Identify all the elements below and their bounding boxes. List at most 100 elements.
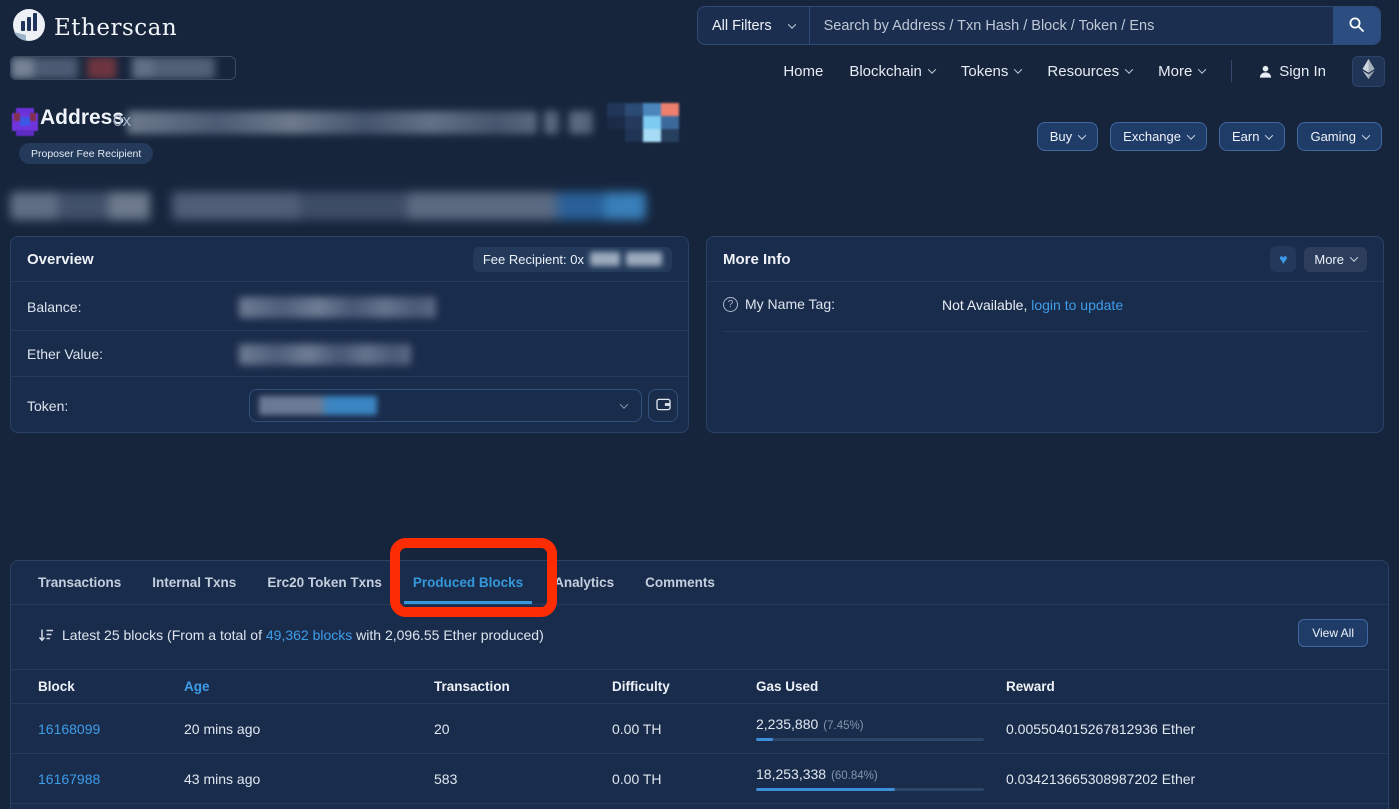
blocks-summary-row: Latest 25 blocks (From a total of 49,362… [11, 605, 1388, 669]
block-reward: 0.034213665308987202 Ether [1006, 771, 1361, 787]
chevron-down-icon [1265, 131, 1273, 139]
chevron-down-icon [1078, 131, 1086, 139]
block-transactions: 20 [434, 721, 612, 737]
more-info-title: More Info [723, 251, 791, 268]
person-icon [1258, 64, 1273, 79]
main-nav: Home Blockchain Tokens Resources More Si… [783, 55, 1385, 87]
search-input[interactable] [810, 7, 1333, 44]
chevron-down-icon [787, 20, 795, 28]
blocks-summary: Latest 25 blocks (From a total of 49,362… [38, 627, 544, 643]
gas-used-percent: (7.45%) [823, 720, 863, 732]
address-action-redacted [569, 111, 593, 134]
gas-used-progress-track [756, 788, 984, 791]
col-header-age[interactable]: Age [184, 679, 434, 694]
block-number-link[interactable]: 16167988 [38, 771, 184, 787]
gas-used-progress-fill [756, 738, 773, 741]
fee-recipient-redacted [626, 252, 662, 266]
address-identicon [12, 108, 38, 141]
tab-analytics[interactable]: Analytics [545, 561, 623, 604]
balance-label: Balance: [27, 299, 81, 315]
chevron-down-icon [1014, 65, 1022, 73]
view-all-button[interactable]: View All [1298, 619, 1368, 647]
etherscan-page: Etherscan All Filters Home Blockchain To… [0, 0, 1399, 809]
overview-title: Overview [27, 251, 94, 268]
chevron-down-icon [1187, 131, 1195, 139]
wallet-icon [656, 398, 671, 414]
exchange-button[interactable]: Exchange [1110, 122, 1207, 151]
search-filter-label: All Filters [712, 18, 772, 34]
search-bar: All Filters [697, 6, 1381, 45]
name-tag-value: Not Available, login to update [942, 297, 1123, 313]
logo-text: Etherscan [54, 15, 177, 41]
sign-in-button[interactable]: Sign In [1258, 63, 1326, 80]
name-tag-row: ? My Name Tag: [723, 296, 835, 312]
tab-transactions[interactable]: Transactions [29, 561, 130, 604]
gas-used-progress-track [756, 738, 984, 741]
login-to-update-link[interactable]: login to update [1031, 297, 1123, 313]
ethereum-network-button[interactable] [1352, 56, 1385, 87]
overview-card: Overview Fee Recipient: 0x Balance: Ethe… [10, 236, 689, 433]
token-value-redacted [259, 396, 377, 415]
etherscan-logo-icon [12, 8, 46, 47]
summary-prefix: Latest 25 blocks (From a total of [62, 627, 266, 643]
nav-home[interactable]: Home [783, 63, 823, 80]
block-transactions: 583 [434, 771, 612, 787]
more-dropdown-button[interactable]: More [1304, 247, 1367, 272]
heart-icon: ♥ [1279, 252, 1287, 266]
chevron-down-icon [1350, 253, 1358, 261]
fee-recipient-badge: Fee Recipient: 0x [473, 247, 672, 272]
gas-used-value: 18,253,338 [756, 766, 826, 782]
more-info-card: More Info ♥ More ? My Name Tag: Not Avai… [706, 236, 1384, 433]
tab-produced-blocks[interactable]: Produced Blocks [404, 561, 532, 604]
total-blocks-link[interactable]: 49,362 blocks [266, 627, 352, 643]
search-filter-dropdown[interactable]: All Filters [698, 7, 810, 44]
gas-used-progress-fill [756, 788, 895, 791]
search-button[interactable] [1333, 7, 1380, 44]
address-hash-redacted [127, 111, 537, 134]
token-label: Token: [27, 398, 68, 414]
col-header-block: Block [38, 679, 184, 694]
eth-price-redacted [10, 56, 236, 80]
tab-erc20-token-txns[interactable]: Erc20 Token Txns [258, 561, 391, 604]
block-number-link[interactable]: 16168099 [38, 721, 184, 737]
block-gas-used: 2,235,880 (7.45%) [756, 716, 1006, 741]
nav-blockchain[interactable]: Blockchain [849, 63, 935, 80]
gas-used-value: 2,235,880 [756, 716, 818, 732]
block-difficulty: 0.00 TH [612, 771, 756, 787]
col-header-transaction: Transaction [434, 679, 612, 694]
address-identicon-pixels [607, 103, 679, 142]
earn-button[interactable]: Earn [1219, 122, 1285, 151]
ethereum-icon [1362, 59, 1375, 83]
table-row: 16168099 20 mins ago 20 0.00 TH 2,235,88… [11, 704, 1388, 754]
buy-button[interactable]: Buy [1037, 122, 1098, 151]
tab-internal-txns[interactable]: Internal Txns [143, 561, 245, 604]
chevron-down-icon [1362, 131, 1370, 139]
token-select-dropdown[interactable] [249, 389, 642, 422]
tab-comments[interactable]: Comments [636, 561, 724, 604]
gaming-button[interactable]: Gaming [1297, 122, 1382, 151]
col-header-gas-used: Gas Used [756, 679, 1006, 694]
name-tag-label: My Name Tag: [745, 296, 835, 312]
nav-more[interactable]: More [1158, 63, 1205, 80]
address-action-buttons: Buy Exchange Earn Gaming [1037, 122, 1382, 151]
chevron-down-icon [620, 400, 628, 408]
nav-divider [1231, 60, 1232, 82]
etherscan-logo[interactable]: Etherscan [12, 8, 177, 47]
proposer-fee-recipient-badge: Proposer Fee Recipient [19, 143, 153, 164]
balance-value-redacted [239, 297, 436, 318]
favorite-button[interactable]: ♥ [1270, 246, 1296, 272]
nav-tokens[interactable]: Tokens [961, 63, 1022, 80]
sort-icon [38, 628, 54, 642]
ether-value-redacted [239, 344, 411, 365]
block-age: 43 mins ago [184, 771, 434, 787]
address-action-redacted [544, 111, 559, 134]
question-circle-icon: ? [723, 297, 738, 312]
search-icon [1348, 16, 1365, 36]
page-title: Address [40, 106, 124, 130]
nav-resources[interactable]: Resources [1047, 63, 1132, 80]
address-tabs-card: Transactions Internal Txns Erc20 Token T… [10, 560, 1389, 809]
token-wallet-button[interactable] [648, 389, 678, 422]
table-row: 16167988 43 mins ago 583 0.00 TH 18,253,… [11, 754, 1388, 804]
block-gas-used: 18,253,338 (60.84%) [756, 766, 1006, 791]
blocks-table-header: Block Age Transaction Difficulty Gas Use… [11, 669, 1388, 704]
